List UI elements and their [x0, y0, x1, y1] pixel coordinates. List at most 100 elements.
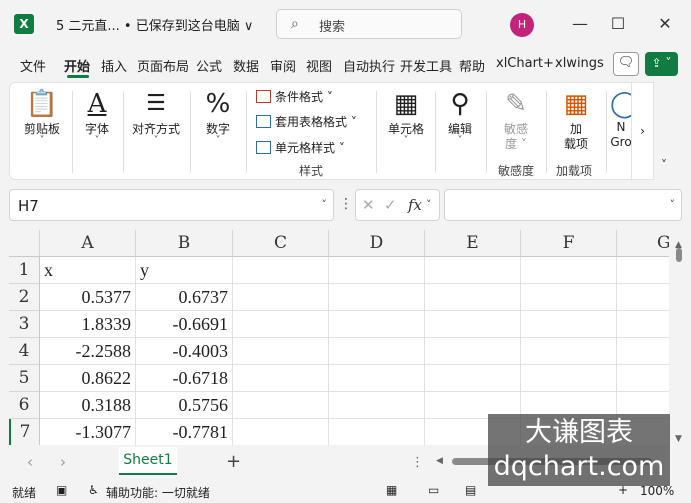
tab-formulas[interactable]: 公式: [196, 56, 222, 75]
cell-a6[interactable]: 0.3188: [40, 392, 136, 419]
cell-d4[interactable]: [329, 338, 425, 365]
format-as-table-button[interactable]: 套用表格格式 ˅: [256, 113, 357, 130]
cell-g4[interactable]: [617, 338, 669, 365]
tab-xlchart[interactable]: xlChart+: [496, 56, 554, 71]
ribbon-scroll-right-icon[interactable]: ›: [631, 82, 654, 180]
cell-c7[interactable]: [233, 419, 329, 445]
avatar[interactable]: H: [510, 13, 534, 37]
tab-xlwings[interactable]: xlwings: [555, 56, 604, 71]
tab-home[interactable]: 开始: [64, 56, 90, 75]
cell-d1[interactable]: [329, 257, 425, 284]
cell-c5[interactable]: [233, 365, 329, 392]
editing-group[interactable]: ⚲ 编辑 ˅: [438, 83, 482, 179]
tab-review[interactable]: 审阅: [270, 56, 296, 75]
cell-e1[interactable]: [425, 257, 521, 284]
cell-e5[interactable]: [425, 365, 521, 392]
column-header-g[interactable]: G: [617, 230, 669, 257]
function-icon[interactable]: fx: [408, 196, 422, 214]
alignment-group[interactable]: ☰ 对齐方式 ˅: [126, 83, 186, 179]
cell-a3[interactable]: 1.8339: [40, 311, 136, 338]
name-box[interactable]: H7 ˅: [9, 189, 334, 221]
tab-help[interactable]: 帮助: [459, 56, 485, 75]
tab-developer[interactable]: 开发工具: [400, 56, 452, 75]
cell-d7[interactable]: [329, 419, 425, 445]
cell-d6[interactable]: [329, 392, 425, 419]
prev-sheet-icon[interactable]: ‹: [27, 453, 33, 471]
tab-view[interactable]: 视图: [306, 56, 332, 75]
add-sheet-icon[interactable]: +: [226, 451, 241, 472]
maximize-icon[interactable]: ☐: [604, 10, 632, 38]
tab-data[interactable]: 数据: [233, 56, 259, 75]
conditional-format-button[interactable]: 条件格式 ˅: [256, 88, 333, 105]
cell-g5[interactable]: [617, 365, 669, 392]
cancel-icon[interactable]: ✕: [362, 196, 375, 214]
cell-a2[interactable]: 0.5377: [40, 284, 136, 311]
cell-c1[interactable]: [233, 257, 329, 284]
cell-styles-button[interactable]: 单元格样式 ˅: [256, 139, 345, 156]
cell-e2[interactable]: [425, 284, 521, 311]
tab-file[interactable]: 文件: [20, 56, 46, 75]
accessibility-status[interactable]: 辅助功能: 一切就绪: [106, 484, 210, 501]
comment-icon[interactable]: 🗨: [613, 52, 639, 76]
cell-f3[interactable]: [521, 311, 617, 338]
cell-f1[interactable]: [521, 257, 617, 284]
column-header-c[interactable]: C: [233, 230, 329, 257]
cells-group[interactable]: ▦ 单元格 ˅: [380, 83, 432, 179]
tab-automate[interactable]: 自动执行: [343, 56, 395, 75]
font-group[interactable]: A 字体 ˅: [74, 83, 120, 179]
cell-b7[interactable]: -0.7781: [136, 419, 233, 445]
vertical-scrollbar[interactable]: ▲ ▼: [672, 240, 686, 445]
cell-c6[interactable]: [233, 392, 329, 419]
share-button[interactable]: ⇪ ˅: [645, 52, 678, 76]
close-icon[interactable]: ✕: [651, 10, 679, 38]
document-title[interactable]: 5 二元直... • 已保存到这台电脑 ∨: [56, 15, 253, 34]
spreadsheet-grid[interactable]: A B C D E F G 1 x y 2 0.5377 0.6737 3 1.8339 -0.…: [9, 230, 669, 445]
number-group[interactable]: % 数字 ˅: [193, 83, 243, 179]
select-all-corner[interactable]: [9, 230, 40, 257]
cell-a7[interactable]: -1.3077: [40, 419, 136, 445]
more-icon[interactable]: ⋮: [339, 196, 353, 212]
cell-c3[interactable]: [233, 311, 329, 338]
cell-b1[interactable]: y: [136, 257, 233, 284]
cell-b3[interactable]: -0.6691: [136, 311, 233, 338]
cell-f2[interactable]: [521, 284, 617, 311]
tab-page-layout[interactable]: 页面布局: [137, 56, 189, 75]
tab-insert[interactable]: 插入: [101, 56, 127, 75]
column-header-a[interactable]: A: [40, 230, 136, 257]
row-header-4[interactable]: 4: [9, 338, 40, 365]
cell-b6[interactable]: 0.5756: [136, 392, 233, 419]
page-layout-view-icon[interactable]: ▭: [428, 483, 439, 497]
ribbon-expand-icon[interactable]: ˅: [661, 158, 667, 172]
row-header-1[interactable]: 1: [9, 257, 40, 284]
cell-b5[interactable]: -0.6718: [136, 365, 233, 392]
cell-f4[interactable]: [521, 338, 617, 365]
row-header-6[interactable]: 6: [9, 392, 40, 419]
sheet-tab-sheet1[interactable]: Sheet1: [119, 447, 177, 475]
cell-e4[interactable]: [425, 338, 521, 365]
row-header-5[interactable]: 5: [9, 365, 40, 392]
macro-record-icon[interactable]: ▣: [56, 483, 67, 497]
cell-b4[interactable]: -0.4003: [136, 338, 233, 365]
page-break-view-icon[interactable]: ▤: [465, 483, 476, 497]
cell-g2[interactable]: [617, 284, 669, 311]
zoom-level[interactable]: 100%: [640, 484, 674, 498]
scroll-left-icon[interactable]: ◀: [436, 456, 443, 466]
column-header-f[interactable]: F: [521, 230, 617, 257]
cell-c2[interactable]: [233, 284, 329, 311]
cell-c4[interactable]: [233, 338, 329, 365]
cell-d5[interactable]: [329, 365, 425, 392]
column-header-b[interactable]: B: [136, 230, 233, 257]
cell-a4[interactable]: -2.2588: [40, 338, 136, 365]
next-sheet-icon[interactable]: ›: [60, 453, 66, 471]
search-box[interactable]: ⌕ 搜索: [276, 9, 462, 39]
clipboard-group[interactable]: 📋 剪贴板 ˅: [14, 83, 70, 179]
enter-icon[interactable]: ✓: [384, 196, 397, 214]
vertical-scroll-thumb[interactable]: [676, 248, 682, 262]
cell-e3[interactable]: [425, 311, 521, 338]
row-header-2[interactable]: 2: [9, 284, 40, 311]
cell-g3[interactable]: [617, 311, 669, 338]
cell-d2[interactable]: [329, 284, 425, 311]
row-header-3[interactable]: 3: [9, 311, 40, 338]
row-header-7[interactable]: 7: [9, 419, 40, 445]
minimize-icon[interactable]: —: [566, 10, 594, 38]
